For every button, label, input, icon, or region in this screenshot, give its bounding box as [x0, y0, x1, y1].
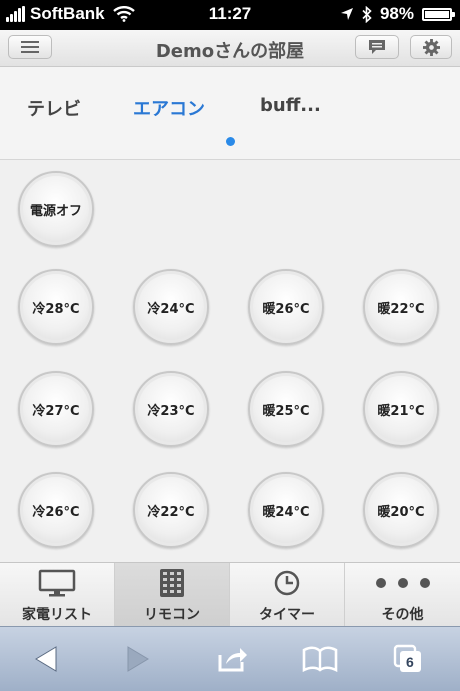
tab-timer-label: タイマー — [259, 607, 315, 623]
tab-aircon[interactable]: エアコン — [133, 95, 205, 121]
tab-tv[interactable]: テレビ — [27, 95, 81, 121]
app-header: Demoさんの部屋 — [0, 30, 460, 67]
heat-25-button[interactable]: 暖25°C — [248, 371, 324, 447]
heat-21-button[interactable]: 暖21°C — [363, 371, 439, 447]
cool-28-button[interactable]: 冷28°C — [18, 269, 94, 345]
location-arrow-icon — [340, 8, 353, 20]
tabs-count: 6 — [406, 654, 414, 670]
share-button[interactable] — [210, 641, 254, 677]
settings-button[interactable] — [410, 35, 452, 59]
tab-remote[interactable]: リモコン — [115, 563, 230, 627]
tab-buff[interactable]: buff... — [260, 95, 321, 116]
back-arrow-icon — [35, 646, 57, 672]
gear-icon — [422, 38, 440, 56]
tab-more[interactable]: その他 — [345, 563, 460, 627]
heat-20-button[interactable]: 暖20°C — [363, 472, 439, 548]
heat-26-button[interactable]: 暖26°C — [248, 269, 324, 345]
page-indicator-dot — [226, 137, 235, 146]
cool-27-button[interactable]: 冷27°C — [18, 371, 94, 447]
tab-appliance-list-label: 家電リスト — [22, 607, 92, 623]
tab-timer[interactable]: タイマー — [230, 563, 345, 627]
power-off-button[interactable]: 電源オフ — [18, 171, 94, 247]
device-tabs: テレビ エアコン buff... — [0, 67, 460, 160]
remote-button-panel: 電源オフ 冷28°C 冷24°C 暖26°C 暖22°C 冷27°C 冷23°C… — [0, 160, 460, 562]
forward-button[interactable] — [116, 641, 160, 677]
monitor-icon — [38, 569, 76, 597]
cool-22-button[interactable]: 冷22°C — [133, 472, 209, 548]
bookmarks-button[interactable] — [298, 641, 342, 677]
share-icon — [218, 648, 247, 672]
status-bar: SoftBank 11:27 98% — [0, 0, 460, 30]
keypad-icon — [160, 569, 184, 597]
forward-arrow-icon — [127, 646, 149, 672]
heat-24-button[interactable]: 暖24°C — [248, 472, 324, 548]
tab-appliance-list[interactable]: 家電リスト — [0, 563, 115, 627]
tab-remote-label: リモコン — [144, 607, 200, 623]
clock-icon — [274, 570, 300, 596]
chat-bubble-icon — [369, 40, 385, 54]
tabs-button[interactable]: 6 — [386, 641, 430, 677]
cool-24-button[interactable]: 冷24°C — [133, 269, 209, 345]
bottom-tab-bar: 家電リスト リモコン タイマー その他 — [0, 562, 460, 627]
battery-icon — [422, 7, 455, 21]
heat-22-button[interactable]: 暖22°C — [363, 269, 439, 345]
message-button[interactable] — [355, 35, 399, 59]
bluetooth-icon — [362, 5, 372, 23]
back-button[interactable] — [24, 641, 68, 677]
cool-23-button[interactable]: 冷23°C — [133, 371, 209, 447]
book-icon — [302, 646, 338, 672]
tab-more-label: その他 — [381, 607, 424, 623]
cool-26-button[interactable]: 冷26°C — [18, 472, 94, 548]
more-icon — [375, 578, 430, 588]
battery-percentage: 98% — [379, 4, 414, 23]
browser-toolbar: 6 — [0, 626, 460, 691]
